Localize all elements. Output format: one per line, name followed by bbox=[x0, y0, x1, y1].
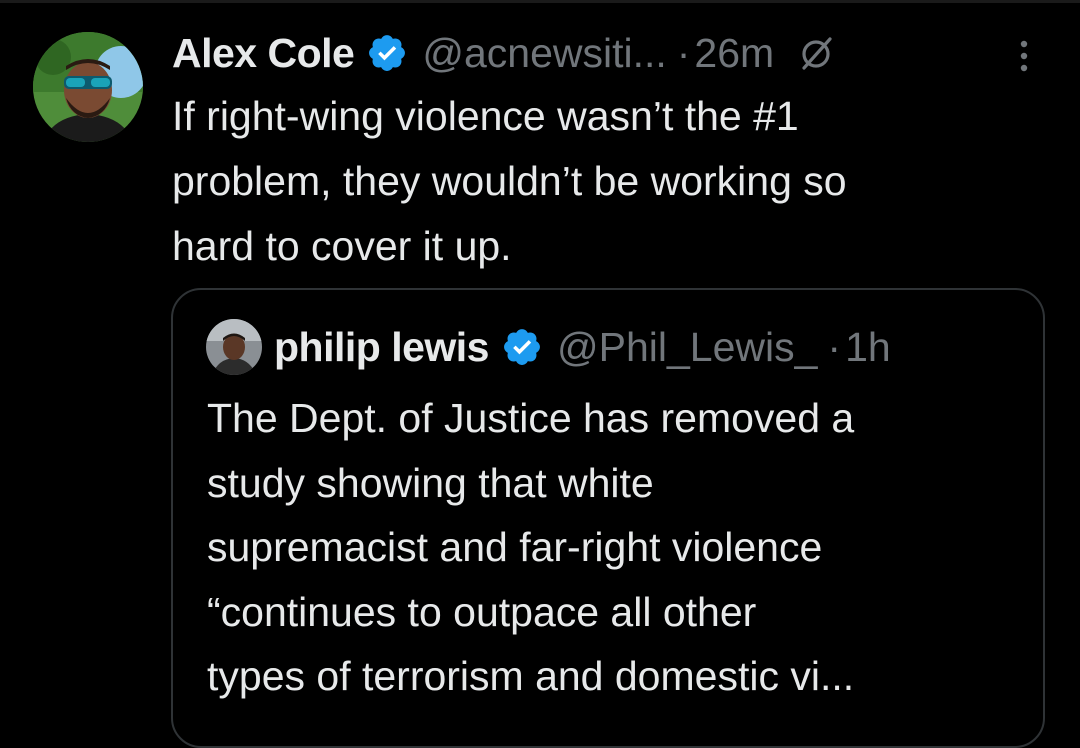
quoted-post-text: The Dept. of Justice has removed a study… bbox=[207, 395, 855, 699]
post-timestamp[interactable]: 26m bbox=[694, 30, 774, 77]
quoted-post-header: philip lewis @Phil_Lewis_ · 1h bbox=[206, 318, 891, 376]
quoted-author-name[interactable]: philip lewis bbox=[274, 324, 489, 371]
quoted-post-timestamp[interactable]: 1h bbox=[845, 324, 891, 371]
author-name[interactable]: Alex Cole bbox=[172, 30, 355, 77]
verified-badge-icon bbox=[366, 32, 408, 74]
edited-icon[interactable] bbox=[796, 33, 836, 73]
post[interactable]: Alex Cole @acnewsiti... · 26m If right-w… bbox=[0, 0, 1080, 748]
post-header: Alex Cole @acnewsiti... · 26m bbox=[172, 26, 836, 80]
author-avatar[interactable] bbox=[33, 32, 143, 142]
separator-dot: · bbox=[827, 323, 842, 370]
quoted-post-card[interactable]: philip lewis @Phil_Lewis_ · 1h The Dept.… bbox=[171, 288, 1045, 748]
separator-dot: · bbox=[676, 29, 691, 76]
quoted-author-handle[interactable]: @Phil_Lewis_ bbox=[557, 324, 817, 371]
verified-badge-icon bbox=[501, 326, 543, 368]
quoted-author-avatar bbox=[206, 319, 262, 375]
author-handle[interactable]: @acnewsiti... bbox=[422, 30, 666, 77]
more-options-icon[interactable] bbox=[1014, 36, 1034, 76]
post-text: If right-wing violence wasn’t the #1 pro… bbox=[172, 93, 847, 269]
